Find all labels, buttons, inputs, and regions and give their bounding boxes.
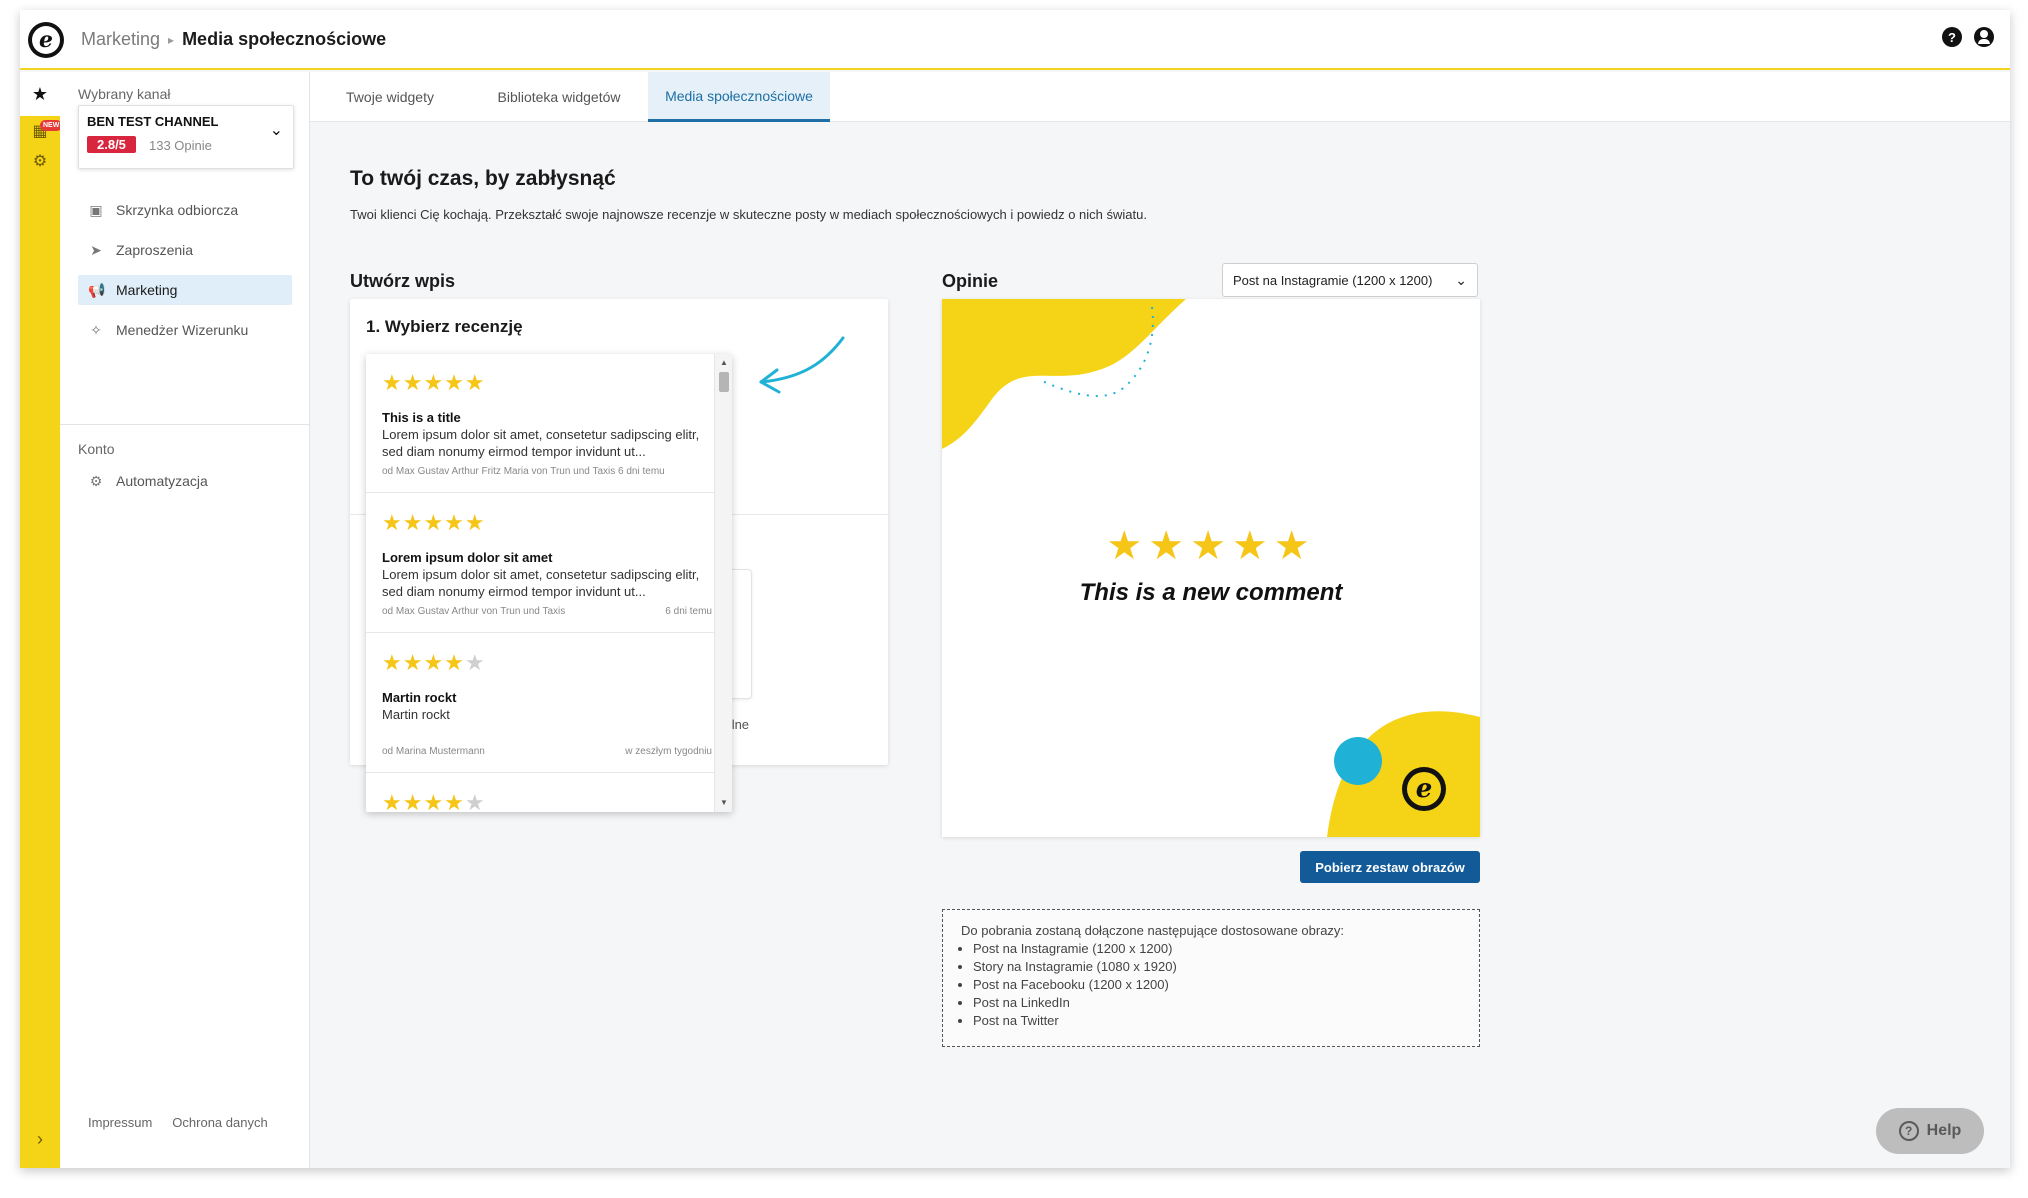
channel-name: BEN TEST CHANNEL <box>87 114 219 129</box>
impressum-link[interactable]: Impressum <box>88 1115 152 1130</box>
tab-your-widgets[interactable]: Twoje widgety <box>310 72 470 122</box>
rating-stars: ★★★★★ <box>382 790 486 812</box>
gear-icon[interactable]: ⚙ <box>20 146 60 176</box>
sidebar-item-reputation[interactable]: ✧ Menedżer Wizerunku <box>78 315 292 345</box>
page-title: Media społecznościowe <box>182 29 387 49</box>
preview-stars: ★★★★★ <box>1106 524 1316 568</box>
chevron-down-icon[interactable]: ⌄ <box>270 120 283 140</box>
app-rail: ★ ▦ NEW ⚙ › <box>20 72 63 1168</box>
yellow-blob-top <box>942 299 1186 449</box>
breadcrumb: Marketing ▸ Media społecznościowe <box>81 29 386 50</box>
sidebar-item-label: Zaproszenia <box>116 242 194 258</box>
review-title: This is a title <box>382 410 461 425</box>
app-window: e Marketing ▸ Media społecznościowe ? ★ … <box>20 10 2010 1168</box>
scroll-down-icon[interactable]: ▼ <box>715 796 732 810</box>
review-body: Lorem ipsum dolor sit amet, consetetur s… <box>382 567 700 599</box>
format-select-value: Post na Instagramie (1200 x 1200) <box>1233 272 1433 288</box>
sidebar: Wybrany kanał BEN TEST CHANNEL 2.8/5 133… <box>60 72 310 1168</box>
review-body: Lorem ipsum dolor sit amet, consetetur s… <box>382 427 700 459</box>
info-item: Post na Twitter <box>973 1012 1461 1030</box>
tab-widget-library[interactable]: Biblioteka widgetów <box>470 72 648 122</box>
sidebar-item-label: Marketing <box>116 282 178 298</box>
review-title: Lorem ipsum dolor sit amet <box>382 550 553 565</box>
review-dropdown[interactable]: ★★★★★ This is a title Lorem ipsum dolor … <box>366 354 732 812</box>
top-header: e Marketing ▸ Media społecznościowe ? <box>20 10 2010 70</box>
new-badge: NEW <box>40 120 63 131</box>
sidebar-item-marketing[interactable]: 📢 Marketing <box>78 275 292 305</box>
review-author: od Max Gustav Arthur Fritz Maria von Tru… <box>382 466 665 477</box>
robot-icon: ⚙ <box>89 472 103 489</box>
annotation-arrow-icon <box>759 336 845 394</box>
trusted-logo-icon: e <box>1402 767 1446 811</box>
chevron-down-icon: ⌄ <box>1455 272 1467 288</box>
sparkle-icon: ✧ <box>90 321 102 338</box>
megaphone-icon: 📢 <box>88 281 106 298</box>
review-author: od Max Gustav Arthur von Trun und Taxis <box>382 606 566 617</box>
sidebar-item-invitations[interactable]: ➤ Zaproszenia <box>78 235 292 265</box>
main-subtitle: Twoi klienci Cię kochają. Przekształć sw… <box>350 207 1147 222</box>
download-images-button[interactable]: Pobierz zestaw obrazów <box>1300 851 1480 883</box>
cyan-circle <box>1334 737 1382 785</box>
sidebar-item-label: Skrzynka odbiorcza <box>116 202 239 218</box>
review-option[interactable]: ★★★★★ Lorem ipsum dolor sit amet Lorem i… <box>366 494 714 633</box>
paper-plane-icon: ➤ <box>90 241 102 258</box>
review-option[interactable]: ★★★★★ This is a title Lorem ipsum dolor … <box>366 354 714 493</box>
star-icon[interactable]: ★ <box>20 72 60 116</box>
preview-comment: This is a new comment <box>1079 579 1343 606</box>
review-date: w zeszłym tygodniu <box>625 746 712 757</box>
review-option[interactable]: ★★★★★ <box>366 774 714 812</box>
create-heading: Utwórz wpis <box>350 271 456 291</box>
opinions-heading: Opinie <box>942 271 999 291</box>
dropdown-scrollbar[interactable]: ▲ ▼ <box>714 354 732 812</box>
review-body: Martin rockt <box>382 707 450 722</box>
review-option[interactable]: ★★★★★ Martin rockt Martin rockt od Marin… <box>366 634 714 773</box>
help-button[interactable]: ? Help <box>1876 1108 1984 1154</box>
trusted-logo-icon[interactable]: e <box>28 22 64 58</box>
account-label: Konto <box>78 441 115 457</box>
scroll-thumb[interactable] <box>719 372 729 392</box>
sidebar-item-automation[interactable]: ⚙ Automatyzacja <box>78 466 292 496</box>
info-item: Post na LinkedIn <box>973 994 1461 1012</box>
tab-bar: Twoje widgety Biblioteka widgetów Media … <box>310 72 2010 122</box>
question-icon: ? <box>1898 1121 1919 1141</box>
privacy-link[interactable]: Ochrona danych <box>172 1115 267 1130</box>
question-circle-icon[interactable]: ? <box>1942 27 1962 47</box>
info-item: Post na Facebooku (1200 x 1200) <box>973 976 1461 994</box>
review-count: 133 Opinie <box>149 138 212 153</box>
tab-social-media[interactable]: Media społecznościowe <box>648 72 830 122</box>
review-title: Martin rockt <box>382 690 457 705</box>
channel-label: Wybrany kanał <box>78 86 171 102</box>
scroll-up-icon[interactable]: ▲ <box>715 356 732 370</box>
review-date: 6 dni temu <box>665 606 712 617</box>
channel-selector[interactable]: BEN TEST CHANNEL 2.8/5 133 Opinie ⌄ <box>78 105 294 169</box>
format-select[interactable]: Post na Instagramie (1200 x 1200) ⌄ <box>1222 263 1478 297</box>
help-button-label: Help <box>1926 1122 1962 1139</box>
breadcrumb-parent[interactable]: Marketing <box>81 29 160 50</box>
step-title: 1. Wybierz recenzję <box>366 317 523 336</box>
sidebar-item-inbox[interactable]: ▣ Skrzynka odbiorcza <box>78 195 292 225</box>
info-item: Post na Instagramie (1200 x 1200) <box>973 940 1461 958</box>
rating-stars: ★★★★★ <box>382 370 486 395</box>
rating-stars: ★★★★★ <box>382 650 486 675</box>
sidebar-divider <box>60 424 309 425</box>
sidebar-item-label: Automatyzacja <box>116 473 208 489</box>
info-intro: Do pobrania zostaną dołączone następując… <box>961 923 1345 938</box>
rating-badge: 2.8/5 <box>87 136 136 153</box>
download-info-box: Do pobrania zostaną dołączone następując… <box>942 909 1480 1047</box>
info-item: Story na Instagramie (1080 x 1920) <box>973 958 1461 976</box>
chevron-right-icon[interactable]: › <box>20 1129 60 1150</box>
breadcrumb-separator: ▸ <box>168 32 175 47</box>
post-preview: ★★★★★ This is a new comment e <box>942 299 1480 837</box>
user-circle-icon[interactable] <box>1974 27 1994 47</box>
inbox-icon: ▣ <box>89 201 103 218</box>
main-title: To twój czas, by zabłysnąć <box>350 167 616 190</box>
sidebar-item-label: Menedżer Wizerunku <box>116 322 249 338</box>
rating-stars: ★★★★★ <box>382 510 486 535</box>
